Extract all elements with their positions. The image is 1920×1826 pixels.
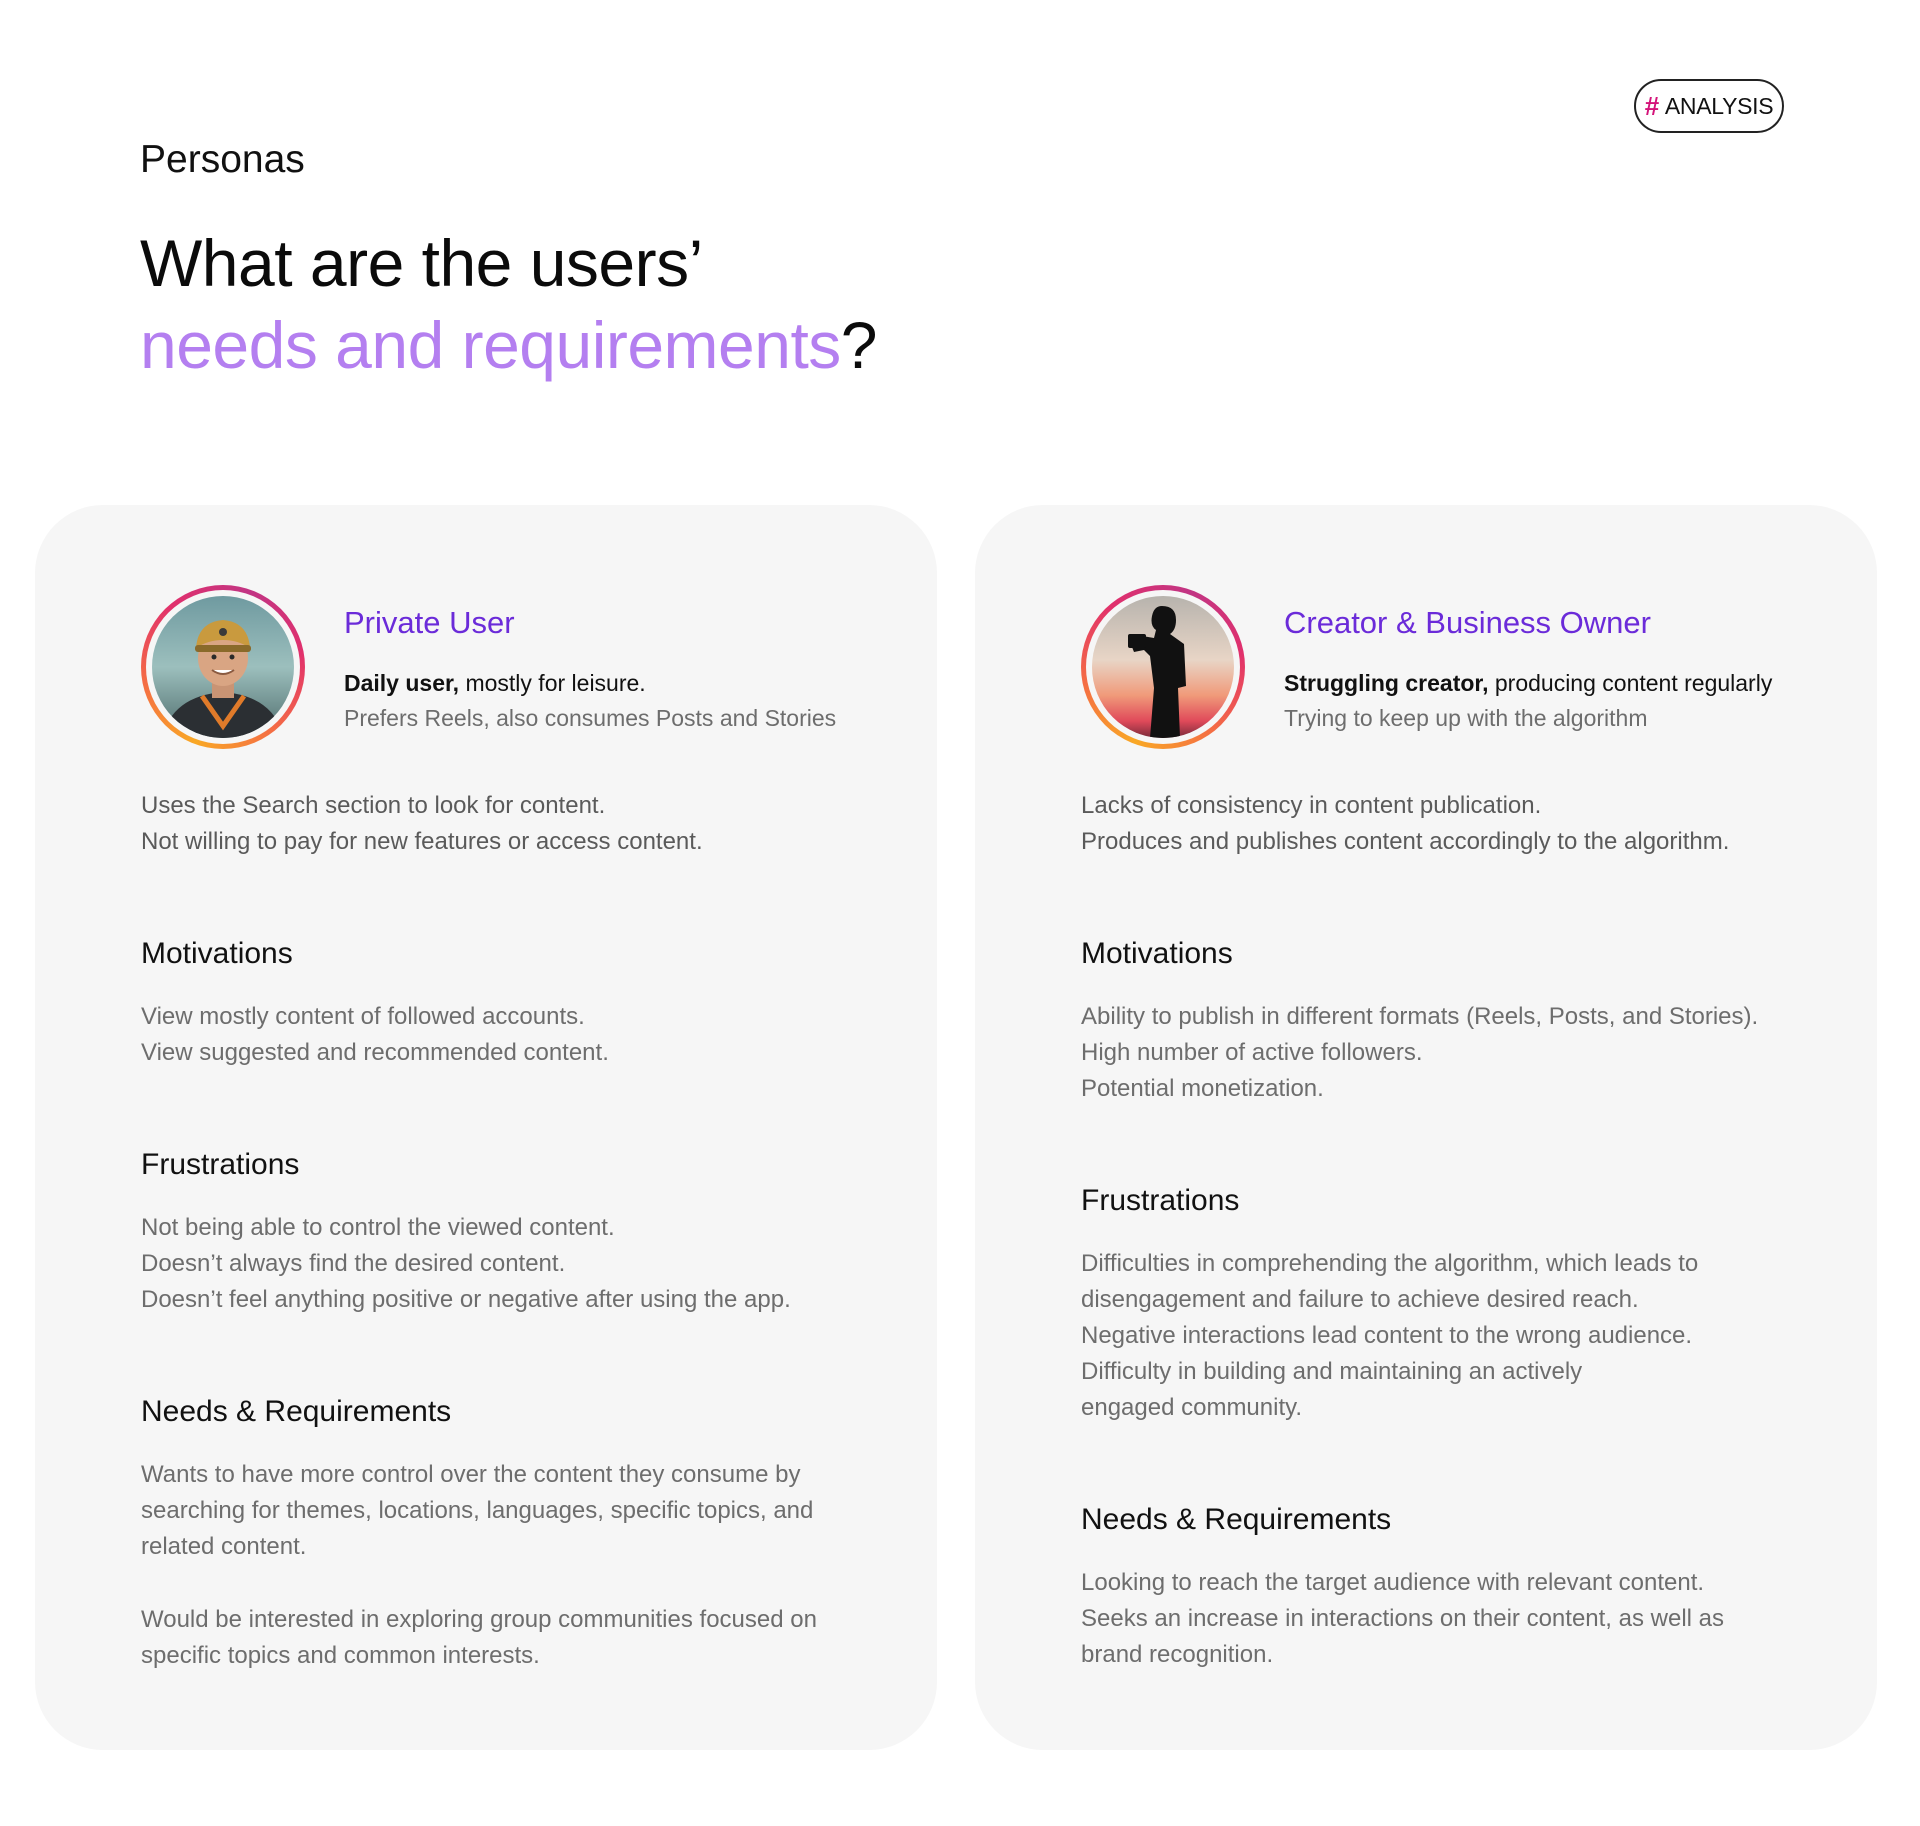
- list-item: disengagement and failure to achieve des…: [1081, 1286, 1639, 1313]
- persona-card-private-user: Private User Daily user, mostly for leis…: [35, 505, 937, 1750]
- list-item: Not being able to control the viewed con…: [141, 1214, 615, 1241]
- needs-extra: Would be interested in exploring group c…: [141, 1602, 881, 1674]
- intro-line: Lacks of consistency in content publicat…: [1081, 792, 1542, 819]
- intro-line: Produces and publishes content according…: [1081, 828, 1730, 855]
- page-title: What are the users’ needs and requiremen…: [140, 222, 878, 386]
- list-item: View mostly content of followed accounts…: [141, 1003, 585, 1030]
- list-item: Potential monetization.: [1081, 1075, 1324, 1102]
- frustrations-heading: Frustrations: [141, 1148, 300, 1181]
- persona-subline: Trying to keep up with the algorithm: [1284, 705, 1648, 731]
- persona-name: Private User: [344, 605, 515, 640]
- motivations-heading: Motivations: [1081, 937, 1233, 970]
- list-item: Seeks an increase in interactions on the…: [1081, 1605, 1725, 1632]
- persona-tagline: Daily user, mostly for leisure.: [344, 670, 646, 697]
- list-item: Would be interested in exploring group c…: [141, 1606, 817, 1633]
- motivations-heading: Motivations: [141, 937, 293, 970]
- list-item: searching for themes, locations, languag…: [141, 1497, 814, 1524]
- list-item: engaged community.: [1081, 1394, 1303, 1421]
- motivations-list: Ability to publish in different formats …: [1081, 999, 1821, 1107]
- frustrations-heading: Frustrations: [1081, 1184, 1240, 1217]
- list-item: brand recognition.: [1081, 1641, 1274, 1668]
- persona-card-creator: Creator & Business Owner Struggling crea…: [975, 505, 1877, 1750]
- persona-intro: Uses the Search section to look for cont…: [141, 788, 881, 860]
- intro-line: Uses the Search section to look for cont…: [141, 792, 606, 819]
- persona-tagline: Struggling creator, producing content re…: [1284, 670, 1772, 697]
- list-item: Doesn’t always find the desired content.: [141, 1250, 566, 1277]
- needs-heading: Needs & Requirements: [141, 1395, 452, 1428]
- persona-subline: Prefers Reels, also consumes Posts and S…: [344, 705, 837, 731]
- motivations-list: View mostly content of followed accounts…: [141, 999, 881, 1071]
- avatar: [141, 585, 305, 749]
- title-suffix: ?: [840, 308, 878, 382]
- list-item: Doesn’t feel anything positive or negati…: [141, 1286, 791, 1313]
- tagline-bold: Daily user,: [344, 670, 460, 696]
- person-photo-icon: [152, 596, 294, 738]
- tagline-rest: producing content regularly: [1488, 670, 1773, 696]
- title-accent: needs and requirements: [140, 308, 841, 382]
- persona-intro: Lacks of consistency in content publicat…: [1081, 788, 1821, 860]
- needs-list: Wants to have more control over the cont…: [141, 1457, 881, 1565]
- list-item: High number of active followers.: [1081, 1039, 1423, 1066]
- photographer-silhouette-icon: [1092, 596, 1234, 738]
- list-item: Wants to have more control over the cont…: [141, 1461, 801, 1488]
- needs-list: Looking to reach the target audience wit…: [1081, 1565, 1821, 1673]
- list-item: specific topics and common interests.: [141, 1642, 540, 1669]
- tagline-bold: Struggling creator,: [1284, 670, 1489, 696]
- needs-heading: Needs & Requirements: [1081, 1503, 1392, 1536]
- hash-icon: #: [1644, 90, 1659, 121]
- section-label: Personas: [140, 138, 305, 181]
- persona-name: Creator & Business Owner: [1284, 605, 1651, 640]
- frustrations-list: Not being able to control the viewed con…: [141, 1210, 881, 1318]
- list-item: Difficulties in comprehending the algori…: [1081, 1250, 1699, 1277]
- list-item: View suggested and recommended content.: [141, 1039, 609, 1066]
- intro-line: Not willing to pay for new features or a…: [141, 828, 703, 855]
- list-item: related content.: [141, 1533, 307, 1560]
- tag-label: ANALYSIS: [1664, 92, 1774, 119]
- list-item: Difficulty in building and maintaining a…: [1081, 1358, 1583, 1385]
- frustrations-list: Difficulties in comprehending the algori…: [1081, 1246, 1821, 1426]
- tagline-rest: mostly for leisure.: [459, 670, 646, 696]
- avatar: [1081, 585, 1245, 749]
- title-line-1: What are the users’: [140, 226, 703, 300]
- analysis-tag: # ANALYSIS: [1634, 79, 1784, 133]
- list-item: Looking to reach the target audience wit…: [1081, 1569, 1705, 1596]
- title-line-2: needs and requirements?: [140, 304, 878, 386]
- list-item: Negative interactions lead content to th…: [1081, 1322, 1693, 1349]
- list-item: Ability to publish in different formats …: [1081, 1003, 1759, 1030]
